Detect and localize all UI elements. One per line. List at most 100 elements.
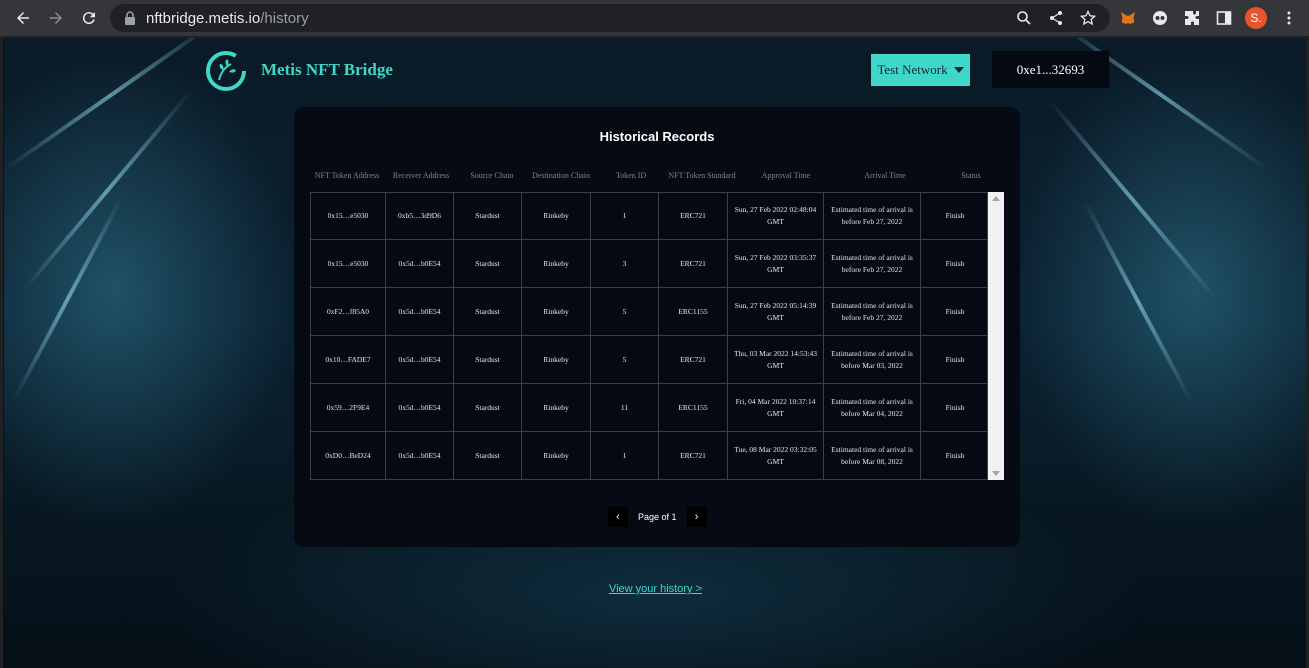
table-cell: 0x5d…b0E54 [385,432,453,479]
records-table[interactable]: 0x15…e5030 0xb5…3d9D6 Stardust Rinkeby 1 ERC7… [310,192,988,480]
table-cell: 0x15…e5030 [327,258,369,268]
next-page-button[interactable]: › [686,507,707,527]
table-cell: 0xb5…3d9D6 [385,193,453,239]
scroll-up-icon[interactable] [992,196,1000,201]
share-icon[interactable] [1046,8,1066,28]
table-row[interactable]: 0x15…e5030 0x5d…b0E54 Stardust Rinkeby 3 ERC7… [310,240,988,288]
table-row[interactable]: 0x59…2F9E4 0x5d…b0E54 Stardust Rinkeby 11 ERC… [310,384,988,432]
caret-down-icon [953,67,964,73]
view-history-link[interactable]: View your history > [4,583,1306,595]
table-cell: Estimated time of arrival is before Feb … [823,240,920,287]
table-cell: Stardust [453,193,521,239]
table-cell: Finish [920,193,989,239]
page-indicator: Page of 1 [638,512,677,522]
table-cell: Rinkeby [521,240,590,287]
table-cell: 1 [590,193,658,239]
table-cell: ERC1155 [658,384,727,431]
table-cell: Rinkeby [521,193,590,239]
table-cell: Finish [920,384,989,431]
table-cell: Stardust [453,336,521,383]
table-cell: Stardust [453,432,521,479]
pagination: ‹ Page of 1 › [608,507,707,527]
brand-title[interactable]: Metis NFT Bridge [261,60,393,80]
table-cell: 0x5d…b0E54 [385,288,453,335]
table-cell: 0x15…e5030 [327,211,369,220]
table-header: NFT Token Address Receiver Address Sourc… [310,171,1004,185]
table-cell: 0x5d…b0E54 [385,240,453,287]
table-cell: Estimated time of arrival is before Mar … [823,384,920,431]
extensions-puzzle-icon[interactable] [1182,8,1202,28]
table-cell: Sun, 27 Feb 2022 03:35:37 GMT [727,240,823,287]
metis-logo-icon[interactable] [205,50,247,92]
table-cell: Finish [920,336,989,383]
table-cell: Estimated time of arrival is before Mar … [823,336,920,383]
network-selector-button[interactable]: Test Network [871,54,970,86]
table-cell: Sun, 27 Feb 2022 05:14:39 GMT [727,288,823,335]
metamask-icon[interactable] [1118,8,1138,28]
table-cell: Estimated time of arrival is before Feb … [823,193,920,239]
light-beam [1082,199,1194,405]
side-panel-icon[interactable] [1214,8,1234,28]
lock-icon [125,11,135,25]
table-cell: Rinkeby [521,384,590,431]
scroll-down-icon[interactable] [992,471,1000,476]
menu-kebab-icon[interactable] [1279,8,1299,28]
column-header: Receiver Address [392,171,450,180]
wallet-address-button[interactable]: 0xe1...32693 [992,51,1109,88]
table-cell: 1 [590,432,658,479]
light-beam [1047,98,1218,301]
table-cell: Stardust [453,384,521,431]
column-header: Status [961,171,981,180]
column-header: Token ID [615,171,647,180]
table-cell: ERC721 [658,432,727,479]
address-bar[interactable]: nftbridge.metis.io/history [110,4,1110,32]
table-cell: Fri, 04 Mar 2022 10:37:14 GMT [727,384,823,431]
column-header: NFT Token Standard [668,171,736,180]
table-cell: Tue, 08 Mar 2022 03:32:05 GMT [727,432,823,479]
table-cell: Rinkeby [521,432,590,479]
column-header: Source Chain [470,171,514,180]
table-row[interactable]: 0x15…e5030 0xb5…3d9D6 Stardust Rinkeby 1 ERC7… [310,192,988,240]
table-cell: 5 [590,336,658,383]
prev-page-button[interactable]: ‹ [608,507,628,527]
column-header: Arrival Time [864,171,906,180]
table-cell: Finish [920,432,989,479]
table-cell: Stardust [453,240,521,287]
light-beam [4,38,219,172]
table-cell: Finish [920,240,989,287]
page-viewport: Metis NFT Bridge Test Network 0xe1...326… [3,38,1306,668]
zoom-icon[interactable] [1014,8,1034,28]
forward-icon[interactable] [45,7,67,29]
back-icon[interactable] [12,7,34,29]
table-cell: Stardust [453,288,521,335]
table-cell: Thu, 03 Mar 2022 14:53:43 GMT [727,336,823,383]
table-row[interactable]: 0xD0…BeD24 0x5d…b0E54 Stardust Rinkeby 1 ERC7… [310,432,988,480]
table-cell: 0x59…2F9E4 [326,402,370,412]
profile-avatar[interactable]: S. [1245,7,1267,29]
table-cell: ERC721 [658,193,727,239]
extension-eyes-icon[interactable] [1150,8,1170,28]
column-header: Approval Time [761,171,811,180]
bookmark-star-icon[interactable] [1078,8,1098,28]
column-header: NFT Token Address [314,171,380,180]
table-row[interactable]: 0xF2…f85A0 0x5d…b0E54 Stardust Rinkeby 5 ERC1… [310,288,988,336]
table-row[interactable]: 0x10…FADE7 0x5d…b0E54 Stardust Rinkeby 5 ERC7… [310,336,988,384]
table-cell: Rinkeby [521,288,590,335]
table-cell: 0xD0…BeD24 [325,450,371,460]
light-beam [12,195,124,401]
table-cell: ERC721 [658,336,727,383]
network-label: Test Network [877,62,948,77]
table-cell: Finish [920,288,989,335]
url-host: nftbridge.metis.io [146,9,261,27]
table-cell: 0x5d…b0E54 [385,336,453,383]
table-cell: 3 [590,240,658,287]
column-header: Destination Chain [532,171,590,180]
table-cell: 11 [590,384,658,431]
reload-icon[interactable] [78,7,100,29]
table-cell: 0xF2…f85A0 [326,306,370,316]
table-scrollbar[interactable] [988,192,1004,480]
table-cell: ERC721 [658,240,727,287]
table-cell: Rinkeby [521,336,590,383]
table-cell: Sun, 27 Feb 2022 02:48:04 GMT [727,193,823,239]
browser-toolbar: nftbridge.metis.io/history S. [0,0,1309,36]
